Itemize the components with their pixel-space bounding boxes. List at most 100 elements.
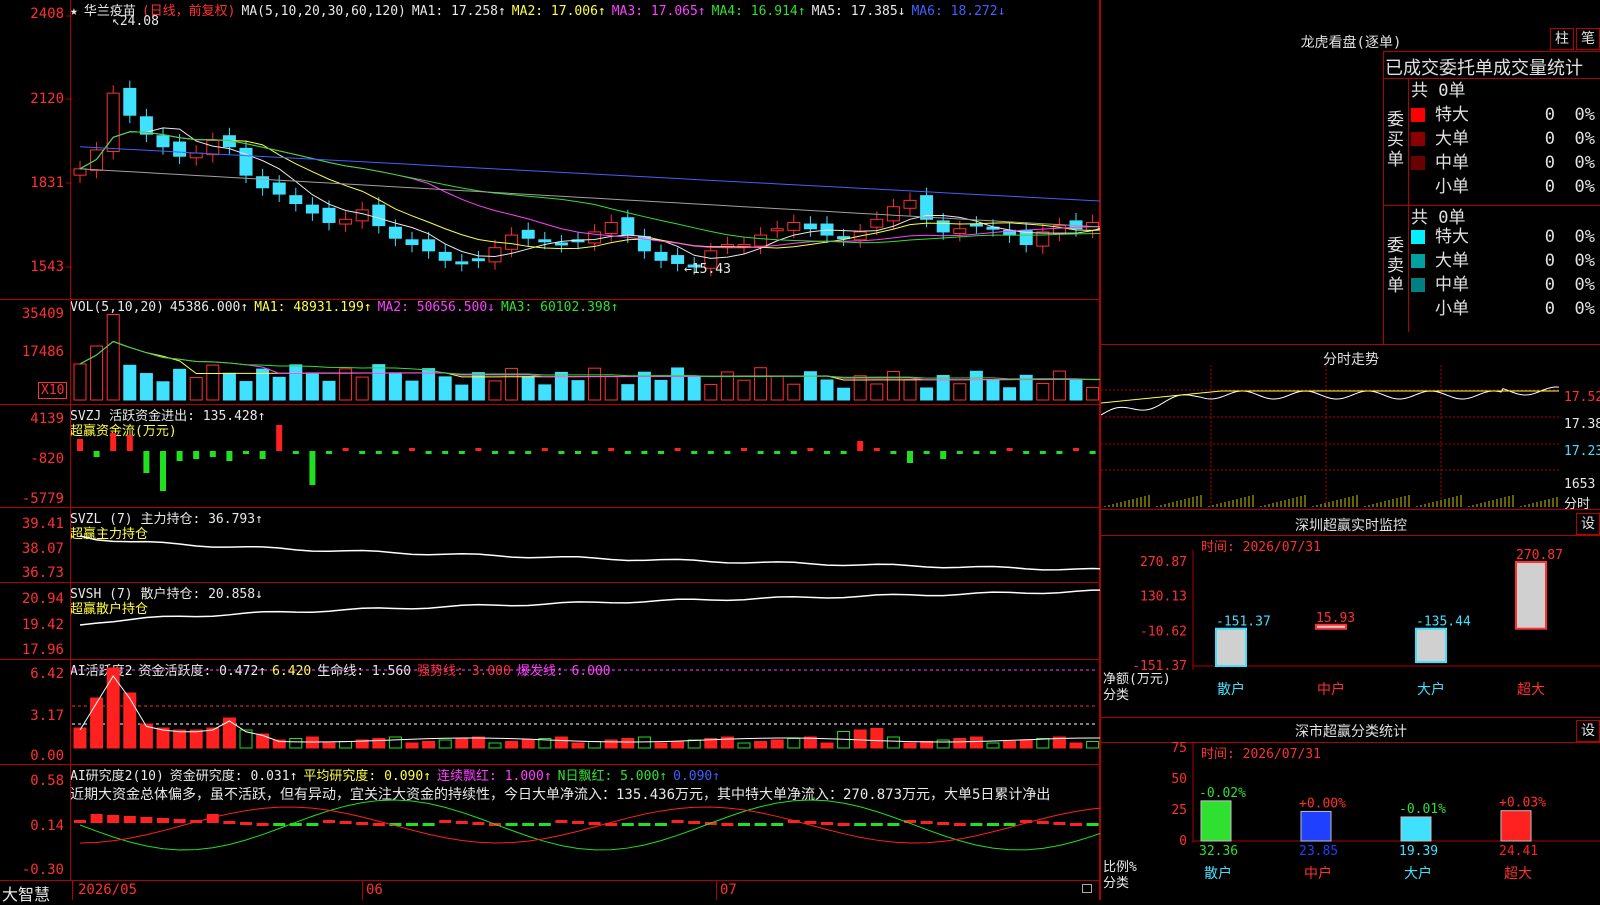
x-axis: 大智慧 2026/05 06 07 [0, 881, 1100, 904]
research-bar [140, 817, 153, 823]
research-bar [173, 819, 186, 823]
volume-bar [222, 372, 236, 401]
order-row: 中单 0 0% [1411, 273, 1598, 297]
research-bar [74, 820, 86, 823]
flow-bar [724, 451, 731, 454]
candle [754, 234, 768, 247]
volume-bar [123, 364, 137, 401]
activity-bar [969, 736, 983, 749]
axis-label: 130.13 [1140, 590, 1187, 605]
flow-bar [790, 451, 797, 454]
activity-bar [471, 736, 485, 749]
lock-icon[interactable] [1082, 884, 1092, 893]
volume-bar [206, 364, 220, 401]
research-bar [123, 816, 136, 823]
activity-bar [256, 733, 270, 749]
svzl-pane[interactable]: SVZL (7) 主力持仓: 36.793↑ 超赢主力持仓 39.41 38.0… [0, 508, 1100, 582]
flow-bar [126, 435, 133, 451]
flow-bar [824, 451, 830, 454]
volume-bar [604, 375, 618, 401]
activity-bar [903, 742, 917, 749]
volume-chart [73, 314, 1100, 401]
volume-bar [986, 379, 1000, 401]
tab-bar[interactable]: 柱 [1550, 28, 1574, 50]
activity-bar [521, 739, 535, 749]
activity-bar [870, 728, 884, 749]
research-bar [738, 823, 750, 826]
bar-value: 19.39 [1399, 844, 1438, 859]
svzj-chart [77, 425, 1096, 491]
activity-bar [936, 739, 950, 749]
activity-bar [173, 729, 187, 749]
activity-bar [189, 729, 203, 749]
activity-bar [106, 667, 120, 749]
bar-value: -135.44 [1416, 615, 1471, 630]
x-tick-label: 06 [366, 882, 383, 898]
bar-value: 15.93 [1316, 611, 1355, 626]
flow-bar [77, 439, 83, 451]
activity-bar [156, 727, 170, 749]
activity-bar [123, 692, 137, 749]
volume-bar [853, 375, 867, 401]
ai-research-pane[interactable]: AI研究度2(10) 资金研究度: 0.031↑ 平均研究度: 0.090↑ 连续飘红… [0, 765, 1100, 880]
flow-bar [309, 451, 316, 485]
ma-line [79, 146, 1100, 202]
flow-bar [176, 451, 183, 461]
research-bar [588, 822, 601, 825]
research-bar [754, 823, 767, 826]
activity-bar [604, 739, 618, 749]
research-bar [937, 822, 950, 825]
candle [422, 239, 436, 252]
volume-bar [654, 379, 668, 401]
candle [1036, 231, 1050, 247]
activity-bar [787, 738, 801, 749]
net-bar [1515, 561, 1547, 630]
flow-bar [840, 451, 847, 454]
volume-bar [239, 381, 253, 401]
price-pane[interactable]: ★ 华兰疫苗 (日线，前复权) MA(5,10,20,30,60,120) MA1: 1… [0, 0, 1100, 300]
vol-axis-label: 17486 [21, 344, 64, 360]
tab-tick[interactable]: 笔 [1576, 28, 1600, 50]
category-label: 大户 [1417, 681, 1445, 698]
research-bar [356, 822, 369, 825]
activity-bar [853, 729, 867, 749]
volume-bar [671, 367, 685, 401]
volume-bar [156, 381, 170, 401]
volume-bar [754, 367, 768, 401]
volume-pane[interactable]: VOL(5,10,20) 45386.000↑ MA1: 48931.199↑ MA2… [0, 300, 1100, 404]
volume-bar [90, 345, 104, 401]
activity-bar [754, 741, 768, 749]
color-swatch [1411, 230, 1425, 244]
ai-active-pane[interactable]: AI活跃度2 资金活跃度: 0.472↑ 6.420 生命线: 1.560 强势线: 3… [0, 660, 1100, 764]
candle [521, 229, 535, 239]
research-bar [256, 823, 269, 826]
flow-bar [707, 451, 714, 454]
flow-bar [342, 448, 349, 451]
flow-bar [475, 448, 482, 451]
candle [355, 209, 369, 222]
flow-bar [259, 451, 266, 459]
brand-logo: 大智慧 [2, 885, 51, 904]
order-row: 大单 0 0% [1411, 127, 1598, 151]
candle [322, 207, 336, 223]
research-bar [339, 821, 352, 824]
svsh-pane[interactable]: SVSH (7) 散户持仓: 20.858↓ 超赢散户持仓 20.94 19.4… [0, 583, 1100, 659]
research-bar [372, 823, 385, 826]
change-label: -0.01% [1399, 802, 1446, 817]
candle [173, 141, 187, 157]
research-bar [455, 821, 468, 824]
activity-bar [654, 742, 668, 749]
svzj-pane[interactable]: SVZJ 活跃资金进出: 135.428↑ 超赢资金流(万元) 4139 -82… [0, 405, 1100, 507]
candle [770, 228, 784, 232]
flow-bar [209, 451, 216, 457]
research-bar [240, 822, 252, 825]
vol-axis-label: 35409 [21, 306, 64, 322]
activity-bar [305, 736, 319, 749]
intraday-panel[interactable]: 分时走势 17.52 17.38 17.23 1653 分时 [1101, 345, 1600, 512]
volume-bar [73, 363, 87, 401]
color-swatch [1411, 180, 1425, 194]
activity-bar [770, 739, 784, 749]
activity-bar [388, 736, 402, 749]
order-row: 小单 0 0% [1411, 175, 1598, 199]
candle [272, 182, 286, 195]
